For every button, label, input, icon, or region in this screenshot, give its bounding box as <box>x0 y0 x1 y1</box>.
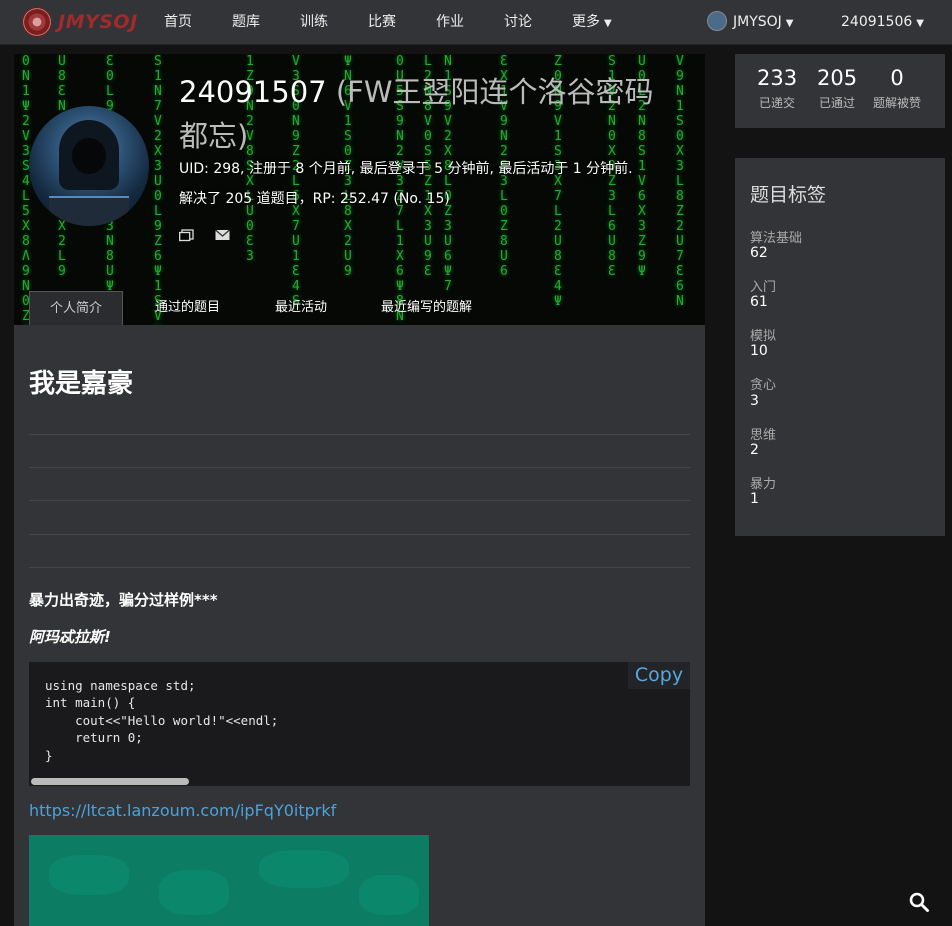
tab-bio[interactable]: 个人简介 <box>29 291 124 326</box>
bio-image <box>29 835 429 926</box>
image-texture <box>49 855 129 895</box>
user-avatar <box>707 11 727 31</box>
user-name: JMYSOJ <box>733 14 782 30</box>
tags-title: 题目标签 <box>750 184 827 206</box>
top-navbar: JMYSOJ 首页 题库 训练 比赛 作业 讨论 更多 ▼ JMYSOJ ▼ 240… <box>0 0 952 45</box>
stat-label: 题解被赞 <box>873 96 922 110</box>
code-block: using namespace std; int main() { cout<<… <box>29 662 690 786</box>
nav-problems[interactable]: 题库 <box>232 0 260 44</box>
bio-content: 我是嘉豪 暴力出奇迹，骗分过样例*** 阿玛忒拉斯! using namespa… <box>14 325 705 926</box>
tag-count: 62 <box>750 245 768 261</box>
tag-count: 61 <box>750 294 768 310</box>
image-texture <box>159 870 229 915</box>
nav-training[interactable]: 训练 <box>300 0 328 44</box>
search-icon[interactable] <box>908 891 932 915</box>
tag-name[interactable]: 贪心 <box>750 374 776 393</box>
logo-seal-icon <box>22 7 52 37</box>
chevron-down-icon: ▼ <box>604 18 612 29</box>
stat-accepted: 205 已通过 <box>817 66 857 111</box>
tag-name[interactable]: 模拟 <box>750 325 776 344</box>
stat-label: 已通过 <box>819 96 856 110</box>
stat-value: 205 <box>817 66 858 90</box>
problem-tags-card: 题目标签 算法基础 62 入门 61 模拟 10 贪心 3 思维 2 暴力 1 <box>735 158 945 536</box>
account-menu[interactable]: 24091506 ▼ <box>841 0 924 44</box>
nav-more-dropdown[interactable]: 更多 ▼ <box>572 0 612 44</box>
divider <box>29 434 690 435</box>
profile-solved-stats: 解决了 205 道题目，RP: 252.47 (No. 15) <box>179 191 450 207</box>
tag-count: 1 <box>750 491 759 507</box>
profile-username: 24091507 <box>179 75 327 109</box>
nav-discussion[interactable]: 讨论 <box>504 0 532 44</box>
matrix-rain-decoration: S1N7V2X3U0L9Z6Ψ1SVN0 <box>154 54 162 325</box>
tag-count: 2 <box>750 442 759 458</box>
nav-contest[interactable]: 比赛 <box>368 0 396 44</box>
nav-homework[interactable]: 作业 <box>436 0 464 44</box>
tab-recent-solutions[interactable]: 最近编写的题解 <box>381 291 472 325</box>
bio-italic-line: 阿玛忒拉斯! <box>29 628 111 646</box>
tag-name[interactable]: 暴力 <box>750 473 776 492</box>
logo-text: JMYSOJ <box>58 11 138 33</box>
tab-solved-problems[interactable]: 通过的题目 <box>155 291 220 325</box>
nav-home[interactable]: 首页 <box>164 0 192 44</box>
account-label: 24091506 <box>841 14 913 30</box>
tag-count: 10 <box>750 343 768 359</box>
tag-name[interactable]: 思维 <box>750 424 776 443</box>
stat-value: 233 <box>757 66 798 90</box>
divider <box>29 467 690 468</box>
copy-button[interactable]: Copy <box>628 662 690 689</box>
avatar-face <box>72 138 106 174</box>
divider <box>29 534 690 535</box>
tab-recent-activity[interactable]: 最近活动 <box>275 291 327 325</box>
profile-meta: UID: 298, 注册于 8 个月前, 最后登录于 5 分钟前, 最后活动于 … <box>179 161 633 177</box>
stat-submitted: 233 已递交 <box>757 66 797 111</box>
image-texture <box>359 875 419 915</box>
bio-link[interactable]: https://ltcat.lanzoum.com/ipFqY0itprkf <box>29 801 336 820</box>
stat-likes: 0 题解被赞 <box>873 66 921 111</box>
profile-avatar <box>29 106 149 226</box>
profile-title: 24091507 (FW王翌阳连个洛谷密码都忘) <box>179 70 679 158</box>
image-texture <box>259 850 349 888</box>
stat-value: 0 <box>890 66 904 90</box>
chevron-down-icon: ▼ <box>785 18 794 29</box>
bio-bold-line: 暴力出奇迹，骗分过样例*** <box>29 591 218 609</box>
mail-icon[interactable] <box>215 229 230 243</box>
divider <box>29 500 690 501</box>
chevron-down-icon: ▼ <box>916 18 924 29</box>
profile-header: 0N1Ψ2V3S4L5X8Ʌ9N0Z7 U8ƐN3S1V6Z0X2L9 Ɛ0L9… <box>14 54 705 325</box>
bio-heading: 我是嘉豪 <box>29 369 134 399</box>
tag-count: 3 <box>750 393 759 409</box>
tag-name[interactable]: 入门 <box>750 276 776 295</box>
user-menu[interactable]: JMYSOJ ▼ <box>707 0 794 44</box>
message-icon[interactable] <box>179 229 194 243</box>
divider <box>29 567 690 568</box>
user-stats-card: 233 已递交 205 已通过 0 题解被赞 <box>735 54 945 128</box>
stat-label: 已递交 <box>759 96 796 110</box>
avatar-laptop <box>49 196 129 226</box>
site-logo[interactable]: JMYSOJ <box>22 6 138 38</box>
nav-more-label: 更多 <box>572 14 600 30</box>
code-text: using namespace std; int main() { cout<<… <box>45 678 279 763</box>
tag-name[interactable]: 算法基础 <box>750 227 802 246</box>
horizontal-scrollbar[interactable] <box>31 778 189 785</box>
